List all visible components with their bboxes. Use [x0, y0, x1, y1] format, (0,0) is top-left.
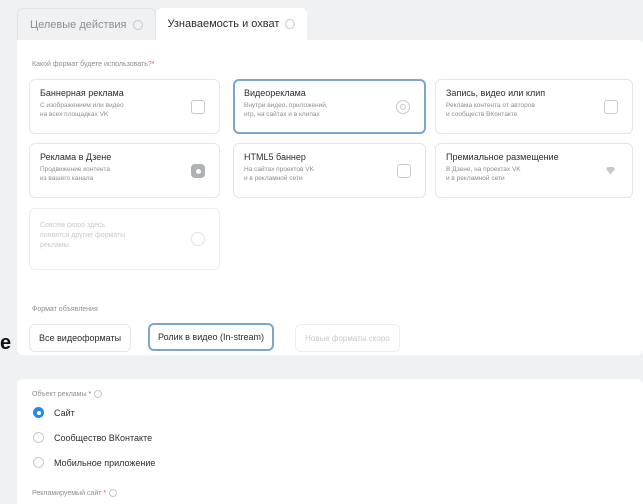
format-title: Премиальное размещение — [446, 152, 559, 162]
site-label-text: Рекламируемый сайт — [32, 489, 102, 497]
radio-vk-community[interactable]: Сообщество ВКонтакте — [33, 432, 152, 443]
format-title: Видеореклама — [244, 88, 306, 98]
ad-object-label: Объект рекламы * — [32, 390, 103, 398]
radio-label: Сообщество ВКонтакте — [54, 432, 153, 443]
help-icon[interactable] — [94, 390, 103, 398]
ad-format-all-video[interactable]: Все видеоформаты — [29, 324, 132, 352]
radio-mobile-app[interactable]: Мобильное приложение — [33, 457, 155, 468]
tab-bar: Целевые действия Узнаваемость и охват — [17, 8, 308, 40]
format-title: Баннерная реклама — [40, 88, 124, 98]
format-title: Запись, видео или клип — [446, 88, 546, 98]
radio-dot-selected[interactable] — [33, 407, 44, 418]
format-coming-soon: Совсем скоро здесь появятся другие форма… — [29, 208, 220, 270]
dzen-icon — [191, 163, 205, 178]
radio-dot[interactable] — [33, 457, 44, 468]
format-desc: С изображением или видео на всех площадк… — [40, 102, 124, 118]
site-label: Рекламируемый сайт * — [32, 489, 118, 497]
format-card: Какой формат будете использовать?* Банне… — [17, 40, 643, 355]
format-post-video-clip[interactable]: Запись, видео или клип Реклама контента … — [435, 79, 633, 134]
format-video[interactable]: Видеореклама Внутри видео, приложений, и… — [233, 79, 426, 134]
radio-label: Сайт — [54, 407, 75, 418]
clock-icon — [191, 232, 205, 246]
format-desc: Совсем скоро здесь появятся другие форма… — [40, 222, 126, 249]
radio-label: Мобильное приложение — [54, 457, 156, 468]
format-dzen[interactable]: Реклама в Дзене Продвижение контента из … — [29, 143, 220, 198]
help-icon[interactable] — [132, 19, 143, 30]
format-desc: В Дзене, на проектах VK и в рекламной се… — [446, 166, 521, 182]
help-icon[interactable] — [109, 489, 118, 497]
help-icon[interactable] — [285, 19, 296, 29]
video-circle-icon — [396, 99, 410, 114]
format-premium[interactable]: Премиальное размещение В Дзене, на проек… — [435, 143, 633, 198]
format-desc: На сайтах проектов VK и в рекламной сети — [244, 166, 314, 182]
required-mark: * — [151, 61, 155, 68]
edge-glyph: е — [0, 332, 12, 354]
tab-label: Узнаваемость и охват — [167, 18, 280, 30]
ad-format-in-stream[interactable]: Ролик в видео (In-stream) — [148, 323, 274, 351]
ad-object-card: Объект рекламы * Сайт Сообщество ВКонтак… — [17, 379, 643, 504]
format-question-label: Какой формат будете использовать?* — [32, 61, 155, 68]
format-desc: Реклама контента от авторов и сообществ … — [446, 102, 535, 118]
format-desc: Внутри видео, приложений, игр, на сайтах… — [244, 102, 328, 118]
image-icon — [191, 99, 205, 114]
radio-dot[interactable] — [33, 432, 44, 443]
format-html5-banner[interactable]: HTML5 баннер На сайтах проектов VK и в р… — [233, 143, 426, 198]
vk-icon — [604, 99, 618, 114]
ad-object-label-text: Объект рекламы — [32, 390, 87, 398]
radio-site[interactable]: Сайт — [33, 407, 75, 418]
tab-awareness-reach[interactable]: Узнаваемость и охват — [155, 8, 308, 40]
required-mark: * — [88, 390, 92, 398]
format-title: HTML5 баннер — [244, 152, 306, 162]
format-question-text: Какой формат будете использовать? — [32, 61, 152, 68]
format-title: Реклама в Дзене — [40, 152, 112, 162]
tab-label: Целевые действия — [30, 18, 127, 31]
format-banner[interactable]: Баннерная реклама С изображением или вид… — [29, 79, 220, 134]
tab-target-actions[interactable]: Целевые действия — [17, 8, 156, 40]
ad-format-coming-soon: Новые форматы скоро — [295, 324, 400, 352]
format-desc: Продвижение контента из вашего канала — [40, 166, 110, 182]
ad-format-label: Формат объявления — [32, 306, 98, 313]
diamond-icon — [604, 164, 618, 178]
required-mark: * — [103, 489, 107, 497]
html5-icon — [397, 163, 411, 178]
